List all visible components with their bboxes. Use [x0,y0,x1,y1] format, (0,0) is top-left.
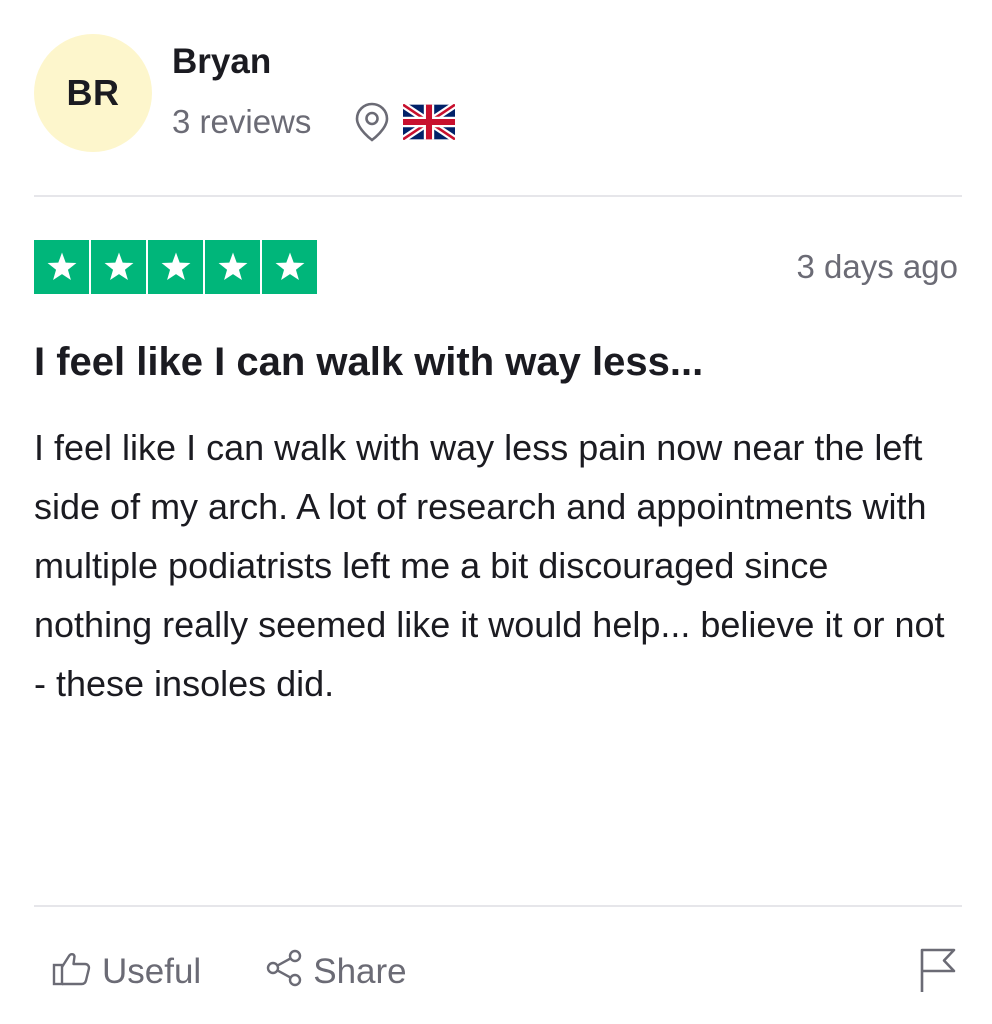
uk-flag-icon [401,101,458,143]
reviewer-meta: 3 reviews [172,100,458,144]
divider [34,905,962,907]
review-count: 3 reviews [172,103,312,140]
divider [34,195,962,197]
star-icon [91,240,146,294]
useful-button[interactable]: Useful [52,950,201,995]
thumbs-up-icon [52,950,92,995]
star-icon [205,240,260,294]
review-date: 3 days ago [796,248,958,285]
star-rating [34,240,317,294]
review-actions: Useful Share [52,946,407,998]
star-icon [34,240,89,294]
review-card: BR Bryan 3 reviews 3 days ago I feel lik… [0,0,992,1024]
review-title[interactable]: I feel like I can walk with way less... [34,340,954,385]
location-pin-icon [355,102,389,142]
share-button[interactable]: Share [265,949,407,996]
share-label: Share [313,952,407,991]
avatar[interactable]: BR [34,34,152,152]
flag-icon [918,948,958,998]
share-icon [265,949,303,996]
star-icon [148,240,203,294]
reviewer-header: BR Bryan 3 reviews [34,34,962,154]
report-flag-button[interactable] [918,946,958,994]
reviewer-name[interactable]: Bryan [172,42,271,82]
star-icon [262,240,317,294]
useful-label: Useful [102,952,202,991]
review-body: I feel like I can walk with way less pai… [34,427,945,704]
